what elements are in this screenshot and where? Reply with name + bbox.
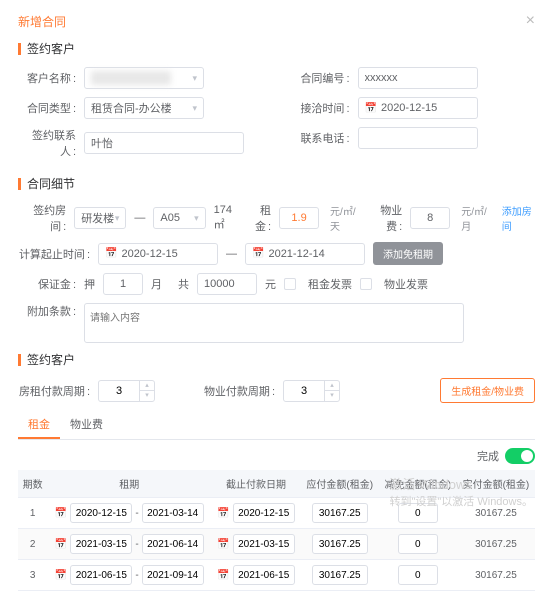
table-header: 减免金额(租金) xyxy=(379,470,457,498)
chevron-down-icon: ▾ xyxy=(192,103,197,114)
done-toggle[interactable] xyxy=(505,448,535,464)
lbl-receive-time: 接洽时间 xyxy=(292,100,350,116)
lbl-room: 签约房间 xyxy=(18,202,66,234)
due-date-input[interactable] xyxy=(233,503,295,523)
amount-input[interactable] xyxy=(312,565,368,585)
discount-input[interactable] xyxy=(398,534,438,554)
discount-input[interactable] xyxy=(398,565,438,585)
rent-cycle-stepper[interactable]: ▴▾ xyxy=(98,380,155,402)
lbl-contract-no: 合同编号 xyxy=(292,70,350,86)
period-from-input[interactable] xyxy=(70,534,132,554)
amount-input[interactable] xyxy=(312,503,368,523)
due-date-input[interactable] xyxy=(233,534,295,554)
rent-input[interactable] xyxy=(279,207,319,229)
period-from-input[interactable] xyxy=(70,503,132,523)
add-room-link[interactable]: 添加房间 xyxy=(502,203,535,233)
room-building-select[interactable]: 研发楼▾ xyxy=(74,207,126,229)
table-header: 租期 xyxy=(47,470,211,498)
lbl-prop-fee: 物业费 xyxy=(371,202,403,234)
amount-input[interactable] xyxy=(312,534,368,554)
prop-cycle-stepper[interactable]: ▴▾ xyxy=(283,380,340,402)
section-detail: 合同细节 xyxy=(18,175,535,192)
stepper-down-icon[interactable]: ▾ xyxy=(325,391,339,401)
table-header: 期数 xyxy=(18,470,47,498)
generate-fees-button[interactable]: 生成租金/物业费 xyxy=(440,378,535,403)
done-label: 完成 xyxy=(477,448,499,464)
deposit-amount-input[interactable] xyxy=(197,273,257,295)
tab-property[interactable]: 物业费 xyxy=(60,411,113,439)
period-to-input[interactable] xyxy=(142,565,204,585)
lbl-rent: 租金 xyxy=(249,202,271,234)
close-icon[interactable]: × xyxy=(526,12,535,30)
extra-terms-textarea[interactable] xyxy=(84,303,464,343)
chevron-down-icon: ▾ xyxy=(115,213,120,224)
section-customer: 签约客户 xyxy=(18,40,535,57)
table-row: 1 📅 - 📅 30167.25 xyxy=(18,498,535,529)
period-to-input[interactable] xyxy=(142,503,204,523)
contract-type-select[interactable]: 租赁合同-办公楼▾ xyxy=(84,97,204,119)
section-payment: 签约客户 xyxy=(18,351,535,368)
table-header: 截止付款日期 xyxy=(211,470,300,498)
rent-invoice-checkbox[interactable] xyxy=(284,278,296,290)
lbl-extra: 附加条款 xyxy=(18,303,76,319)
discount-input[interactable] xyxy=(398,503,438,523)
calendar-icon: 📅 xyxy=(105,248,117,259)
area-value: 174 ㎡ xyxy=(214,204,241,232)
lbl-customer-name: 客户名称 xyxy=(18,70,76,86)
due-date-input[interactable] xyxy=(233,565,295,585)
calendar-icon: 📅 xyxy=(365,103,377,114)
add-free-period-button[interactable]: 添加免租期 xyxy=(373,242,443,265)
period-end-picker[interactable]: 📅2021-12-14 xyxy=(245,243,365,265)
lbl-contract-type: 合同类型 xyxy=(18,100,76,116)
lbl-deposit: 保证金 xyxy=(18,276,76,292)
customer-name-value xyxy=(91,71,171,85)
chevron-down-icon: ▾ xyxy=(194,213,199,224)
phone-input[interactable] xyxy=(358,127,478,149)
stepper-up-icon[interactable]: ▴ xyxy=(325,381,339,391)
payment-table: 期数租期截止付款日期应付金额(租金)减免金额(租金)实付金额(租金) 1 📅 -… xyxy=(18,470,535,591)
stepper-up-icon[interactable]: ▴ xyxy=(140,381,154,391)
prop-fee-input[interactable] xyxy=(410,207,450,229)
room-number-select[interactable]: A05▾ xyxy=(153,207,205,229)
lbl-period: 计算起止时间 xyxy=(18,246,90,262)
period-start-picker[interactable]: 📅2020-12-15 xyxy=(98,243,218,265)
table-header: 应付金额(租金) xyxy=(301,470,379,498)
calendar-icon: 📅 xyxy=(252,248,264,259)
stepper-down-icon[interactable]: ▾ xyxy=(140,391,154,401)
lbl-rent-cycle: 房租付款周期 xyxy=(18,383,90,399)
period-from-input[interactable] xyxy=(70,565,132,585)
contract-no-input[interactable] xyxy=(358,67,478,89)
table-header: 实付金额(租金) xyxy=(457,470,535,498)
lbl-phone: 联系电话 xyxy=(292,130,350,146)
tab-rent[interactable]: 租金 xyxy=(18,411,60,439)
deposit-months-input[interactable] xyxy=(103,273,143,295)
table-row: 3 📅 - 📅 30167.25 xyxy=(18,560,535,591)
period-to-input[interactable] xyxy=(142,534,204,554)
chevron-down-icon: ▾ xyxy=(192,73,197,84)
lbl-prop-cycle: 物业付款周期 xyxy=(203,383,275,399)
receive-time-picker[interactable]: 📅2020-12-15 xyxy=(358,97,478,119)
table-row: 2 📅 - 📅 30167.25 xyxy=(18,529,535,560)
customer-name-select[interactable]: ▾ xyxy=(84,67,204,89)
contact-input[interactable] xyxy=(84,132,244,154)
modal-title: 新增合同 xyxy=(18,13,66,30)
lbl-contact: 签约联系人 xyxy=(18,127,76,159)
prop-invoice-checkbox[interactable] xyxy=(360,278,372,290)
